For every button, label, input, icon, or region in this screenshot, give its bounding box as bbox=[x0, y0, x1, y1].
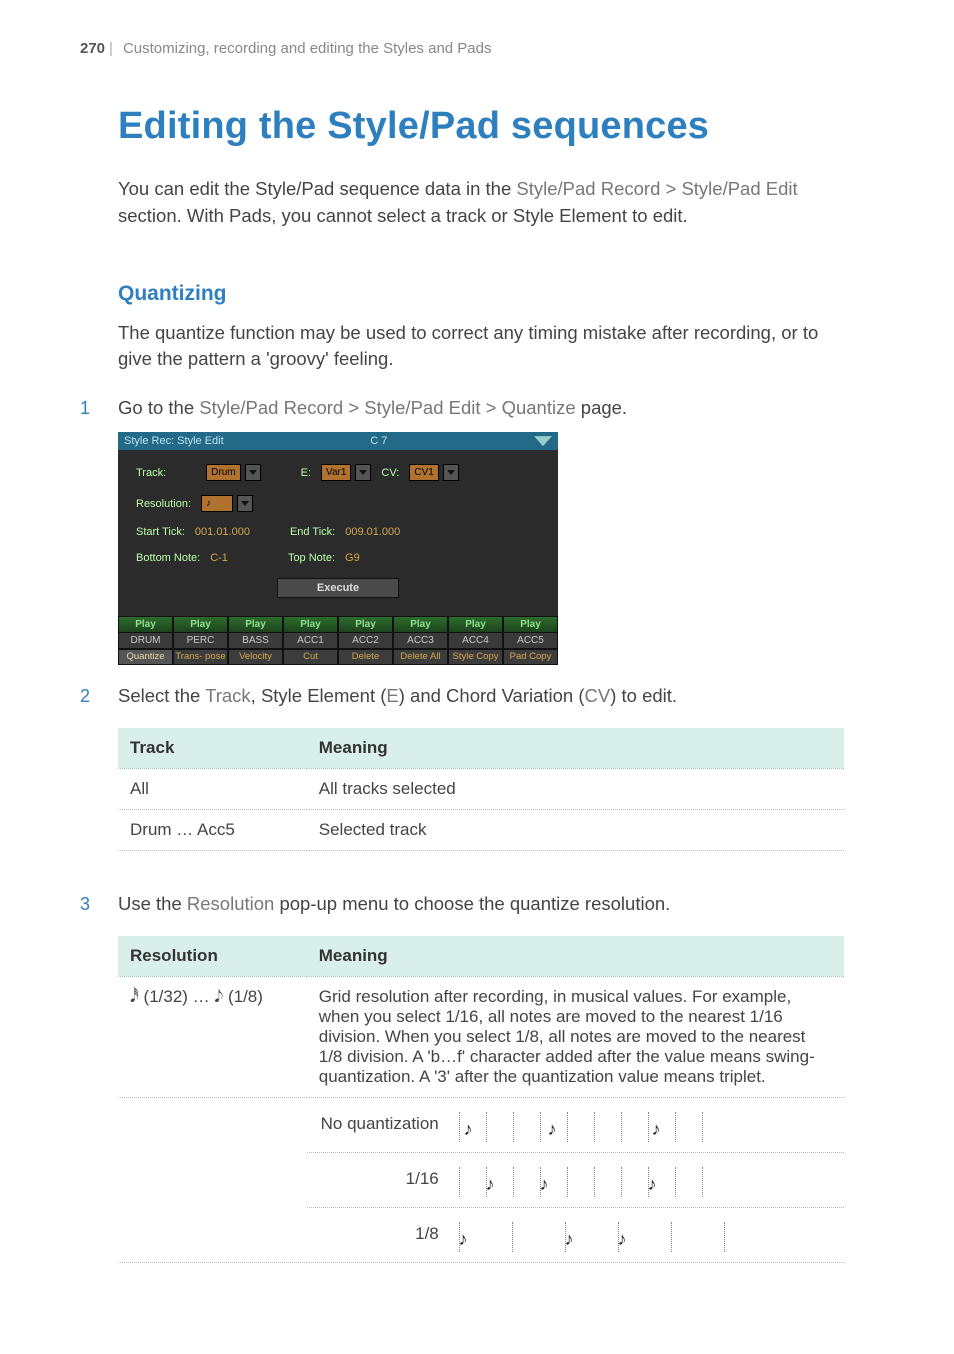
bottom-tabs: Quantize Trans- pose Velocity Cut Delete… bbox=[118, 649, 558, 665]
table-cell: 1/8 ♪ ♪ ♪ bbox=[307, 1207, 844, 1262]
table-row: Drum … Acc5 Selected track bbox=[118, 809, 844, 850]
cv-dropdown[interactable]: CV1 bbox=[409, 464, 438, 481]
chevron-down-icon[interactable] bbox=[237, 495, 253, 512]
table-header: Track bbox=[118, 728, 307, 769]
page-number: 270 bbox=[80, 40, 105, 57]
chevron-down-icon[interactable] bbox=[355, 464, 371, 481]
track-name-row: DRUM PERC BASS ACC1 ACC2 ACC3 ACC4 ACC5 bbox=[118, 633, 558, 649]
step-number: 1 bbox=[80, 398, 118, 419]
play-button[interactable]: Play bbox=[173, 616, 228, 633]
top-note-label: Top Note: bbox=[288, 552, 335, 564]
table-header: Resolution bbox=[118, 936, 307, 977]
track-name[interactable]: BASS bbox=[228, 633, 283, 649]
track-name[interactable]: DRUM bbox=[118, 633, 173, 649]
table-row: 𝅘𝅥𝅰 (1/32) … 𝅘𝅥𝅮 (1/8) Grid resolution a… bbox=[118, 976, 844, 1097]
element-label: E: bbox=[301, 467, 311, 479]
device-screenshot: Style Rec: Style Edit C 7 Track: Drum E:… bbox=[118, 432, 558, 665]
resolution-meaning-table: Resolution Meaning 𝅘𝅥𝅰 (1/32) … 𝅘𝅥𝅮 (1/8… bbox=[118, 936, 844, 1263]
play-button-row: Play Play Play Play Play Play Play Play bbox=[118, 616, 558, 633]
table-cell: No quantization ♪ ♪ ♪ bbox=[307, 1097, 844, 1152]
track-name[interactable]: ACC2 bbox=[338, 633, 393, 649]
step-3: 3 Use the Resolution pop-up menu to choo… bbox=[80, 891, 844, 918]
quantize-grid-8: ♪ ♪ ♪ bbox=[459, 1218, 725, 1252]
ui-path: Style/Pad Record > Style/Pad Edit bbox=[516, 178, 797, 199]
play-button[interactable]: Play bbox=[503, 616, 558, 633]
play-button[interactable]: Play bbox=[283, 616, 338, 633]
top-note-value[interactable]: G9 bbox=[345, 552, 360, 564]
track-meaning-table: Track Meaning All All tracks selected Dr… bbox=[118, 728, 844, 851]
titlebar-left: Style Rec: Style Edit bbox=[124, 435, 224, 447]
track-name[interactable]: ACC5 bbox=[503, 633, 558, 649]
header-separator: | bbox=[109, 40, 113, 57]
table-cell: Drum … Acc5 bbox=[118, 809, 307, 850]
track-name[interactable]: PERC bbox=[173, 633, 228, 649]
titlebar-center: C 7 bbox=[370, 435, 387, 447]
table-cell: 𝅘𝅥𝅰 (1/32) … 𝅘𝅥𝅮 (1/8) bbox=[118, 976, 307, 1097]
play-button[interactable]: Play bbox=[338, 616, 393, 633]
play-button[interactable]: Play bbox=[448, 616, 503, 633]
table-cell: 1/16 ♪ ♪ ♪ bbox=[307, 1152, 844, 1207]
tab-velocity[interactable]: Velocity bbox=[228, 649, 283, 665]
running-header: 270| Customizing, recording and editing t… bbox=[80, 40, 844, 57]
resolution-label: Resolution: bbox=[136, 498, 191, 510]
tab-style-copy[interactable]: Style Copy bbox=[448, 649, 503, 665]
tab-pad-copy[interactable]: Pad Copy bbox=[503, 649, 558, 665]
table-row: 1/16 ♪ ♪ ♪ bbox=[118, 1152, 844, 1207]
table-row: No quantization ♪ ♪ ♪ bbox=[118, 1097, 844, 1152]
track-name[interactable]: ACC4 bbox=[448, 633, 503, 649]
chevron-down-icon[interactable] bbox=[443, 464, 459, 481]
quantizing-body: The quantize function may be used to cor… bbox=[118, 320, 844, 374]
end-tick-value[interactable]: 009.01.000 bbox=[345, 526, 400, 538]
step-1: 1 Go to the Style/Pad Record > Style/Pad… bbox=[80, 395, 844, 422]
device-titlebar: Style Rec: Style Edit C 7 bbox=[118, 432, 558, 450]
track-name[interactable]: ACC3 bbox=[393, 633, 448, 649]
table-cell: All bbox=[118, 768, 307, 809]
menu-dropdown-icon[interactable] bbox=[534, 436, 552, 446]
track-dropdown[interactable]: Drum bbox=[206, 464, 240, 481]
quantize-grid-16: ♪ ♪ ♪ bbox=[459, 1163, 703, 1197]
table-row: All All tracks selected bbox=[118, 768, 844, 809]
tab-transpose[interactable]: Trans- pose bbox=[173, 649, 228, 665]
element-dropdown[interactable]: Var1 bbox=[321, 464, 351, 481]
eighth-note-icon: 𝅘𝅥𝅮 bbox=[214, 987, 228, 1006]
step-number: 2 bbox=[80, 686, 118, 707]
resolution-dropdown[interactable]: ♪ bbox=[201, 495, 233, 512]
table-row: 1/8 ♪ ♪ ♪ bbox=[118, 1207, 844, 1262]
chevron-down-icon[interactable] bbox=[245, 464, 261, 481]
intro-paragraph: You can edit the Style/Pad sequence data… bbox=[118, 176, 844, 230]
thirtysecond-note-icon: 𝅘𝅥𝅰 bbox=[130, 987, 144, 1006]
bottom-note-value[interactable]: C-1 bbox=[210, 552, 228, 564]
tab-quantize[interactable]: Quantize bbox=[118, 649, 173, 665]
play-button[interactable]: Play bbox=[118, 616, 173, 633]
tab-cut[interactable]: Cut bbox=[283, 649, 338, 665]
ui-path: Style/Pad Record > Style/Pad Edit > Quan… bbox=[199, 397, 575, 418]
play-button[interactable]: Play bbox=[393, 616, 448, 633]
tab-delete[interactable]: Delete bbox=[338, 649, 393, 665]
table-cell: Selected track bbox=[307, 809, 844, 850]
cv-label: CV: bbox=[381, 467, 399, 479]
step-number: 3 bbox=[80, 894, 118, 915]
track-label: Track: bbox=[136, 467, 166, 479]
step-2: 2 Select the Track, Style Element (E) an… bbox=[80, 683, 844, 710]
table-cell: Grid resolution after recording, in musi… bbox=[307, 976, 844, 1097]
table-header: Meaning bbox=[307, 936, 844, 977]
start-tick-label: Start Tick: bbox=[136, 526, 185, 538]
start-tick-value[interactable]: 001.01.000 bbox=[195, 526, 250, 538]
play-button[interactable]: Play bbox=[228, 616, 283, 633]
section-heading-quantizing: Quantizing bbox=[118, 282, 844, 306]
end-tick-label: End Tick: bbox=[290, 526, 335, 538]
quantize-grid-none: ♪ ♪ ♪ bbox=[459, 1108, 703, 1142]
track-name[interactable]: ACC1 bbox=[283, 633, 338, 649]
tab-delete-all[interactable]: Delete All bbox=[393, 649, 448, 665]
bottom-note-label: Bottom Note: bbox=[136, 552, 200, 564]
execute-button[interactable]: Execute bbox=[277, 578, 399, 598]
page-title: Editing the Style/Pad sequences bbox=[118, 105, 844, 148]
table-header: Meaning bbox=[307, 728, 844, 769]
table-cell: All tracks selected bbox=[307, 768, 844, 809]
chapter-title: Customizing, recording and editing the S… bbox=[123, 40, 492, 57]
